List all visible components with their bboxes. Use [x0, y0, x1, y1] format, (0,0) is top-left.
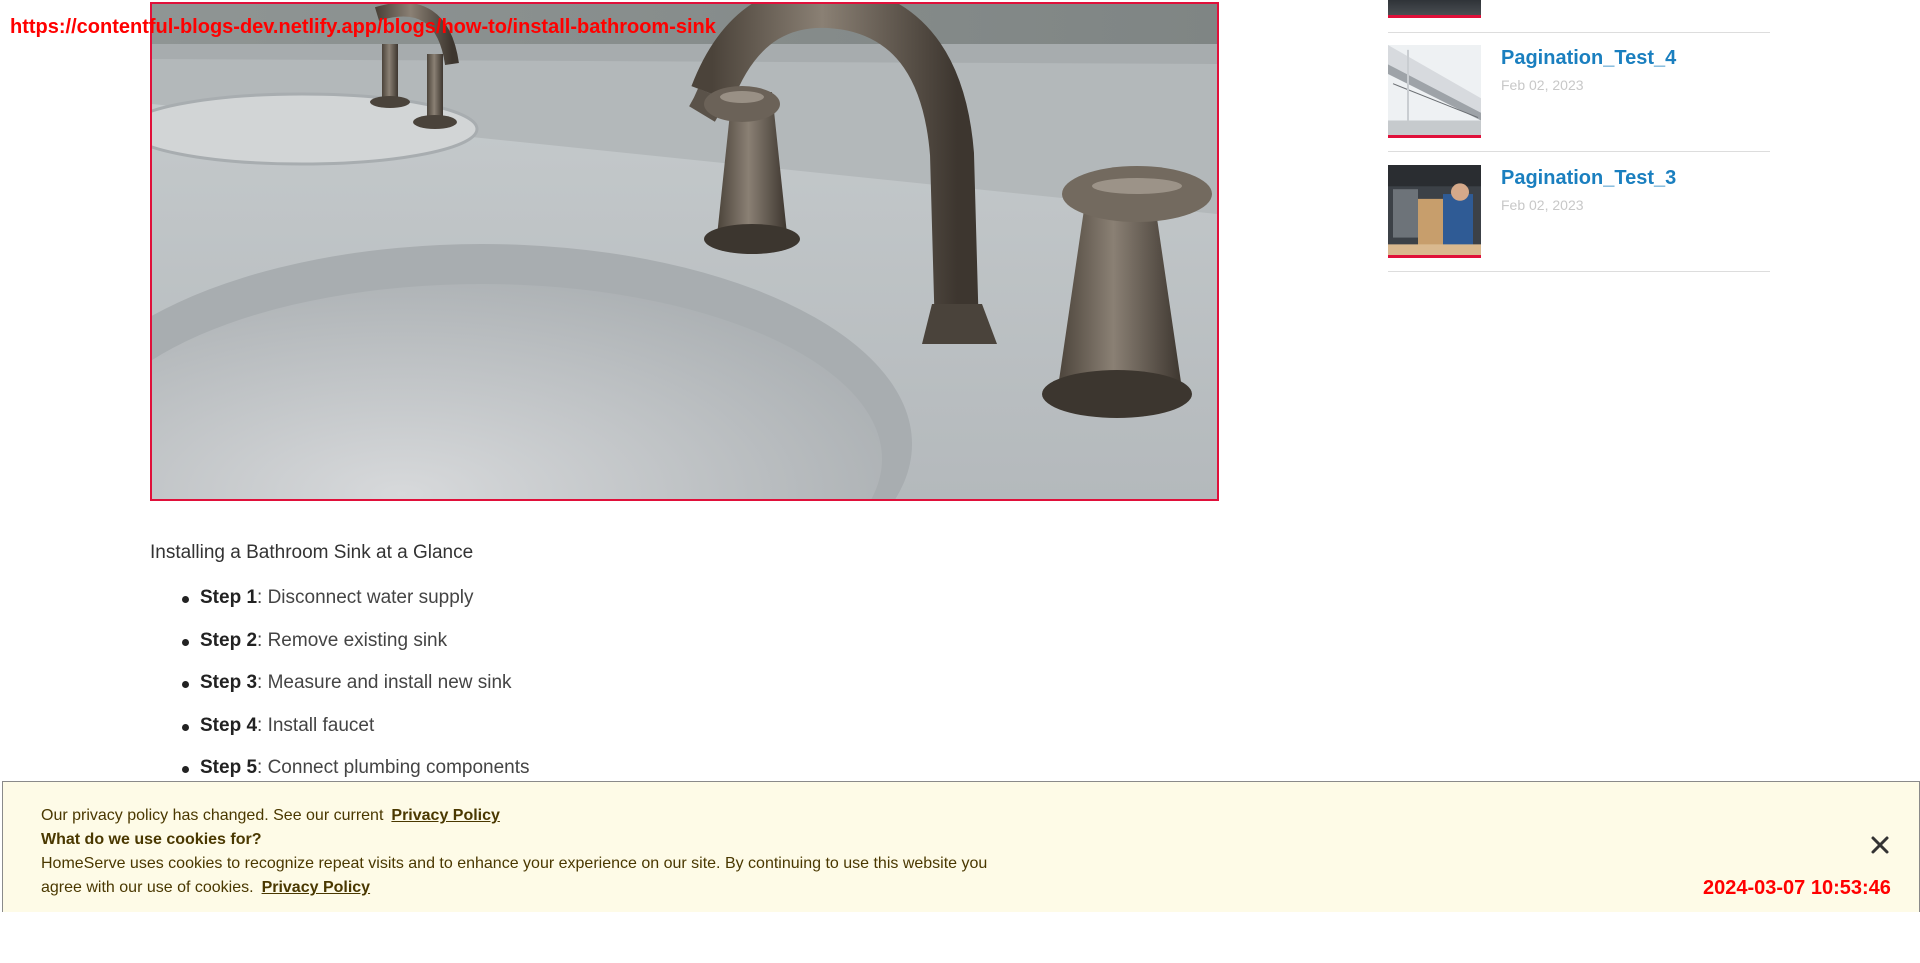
bathroom-sink-image	[152, 4, 1217, 499]
close-icon[interactable]	[1869, 834, 1891, 856]
bullet-icon	[182, 766, 189, 773]
step-text: : Disconnect water supply	[257, 587, 474, 608]
post-title-link[interactable]: Pagination_Test_4	[1501, 47, 1676, 70]
post-title-link[interactable]: Pagination_Test_3	[1501, 167, 1676, 190]
sidebar-post-item[interactable]: Pagination_Test_3 Feb 02, 2023	[1388, 165, 1770, 259]
steps-list: Step 1: Disconnect water supply Step 2: …	[150, 582, 530, 795]
cookie-question: What do we use cookies for?	[41, 831, 262, 848]
bullet-icon	[182, 681, 189, 688]
step-text: : Remove existing sink	[257, 629, 448, 651]
hero-image	[150, 2, 1219, 501]
step-text: : Connect plumbing components	[257, 757, 530, 778]
divider	[1388, 151, 1770, 152]
step-text: : Install faucet	[257, 714, 375, 736]
step-label: Step 2	[200, 629, 258, 651]
timestamp-overlay: 2024-03-07 10:53:46	[1703, 877, 1891, 899]
bullet-icon	[182, 638, 189, 646]
cookie-banner: Our privacy policy has changed. See our …	[2, 781, 1920, 912]
privacy-policy-link[interactable]: Privacy Policy	[262, 879, 371, 896]
step-label: Step 4	[200, 714, 258, 736]
post-thumbnail[interactable]	[1388, 165, 1481, 258]
step-label: Step 1	[200, 587, 258, 608]
post-date: Feb 02, 2023	[1501, 77, 1584, 93]
bullet-icon	[182, 596, 189, 603]
privacy-notice-text: Our privacy policy has changed. See our …	[41, 807, 384, 824]
cookie-body-line-1: HomeServe uses cookies to recognize repe…	[41, 855, 988, 872]
list-item: Step 1: Disconnect water supply	[150, 582, 530, 625]
post-thumbnail[interactable]	[1388, 45, 1481, 138]
step-label: Step 3	[200, 672, 258, 693]
bullet-icon	[182, 723, 189, 731]
post-date: Feb 02, 2023	[1501, 197, 1584, 213]
house-eave-image	[1388, 45, 1481, 135]
url-overlay: https://contentful-blogs-dev.netlify.app…	[10, 16, 716, 38]
cookie-body-line-2: agree with our use of cookies. Privacy Po…	[41, 878, 370, 898]
post-thumbnail[interactable]	[1388, 0, 1481, 18]
list-item: Step 2: Remove existing sink	[150, 625, 530, 668]
step-text: : Measure and install new sink	[257, 672, 512, 693]
list-item: Step 4: Install faucet	[150, 710, 530, 753]
cookie-body-text: agree with our use of cookies.	[41, 879, 254, 896]
privacy-notice-line: Our privacy policy has changed. See our …	[41, 806, 500, 826]
privacy-policy-link[interactable]: Privacy Policy	[391, 807, 500, 824]
list-item: Step 3: Measure and install new sink	[150, 667, 530, 710]
technician-image	[1388, 165, 1481, 255]
divider	[1388, 32, 1770, 33]
step-label: Step 5	[200, 757, 258, 778]
divider	[1388, 271, 1770, 272]
glance-heading: Installing a Bathroom Sink at a Glance	[150, 542, 474, 563]
sidebar-post-item[interactable]: Pagination_Test_4 Feb 02, 2023	[1388, 45, 1770, 139]
